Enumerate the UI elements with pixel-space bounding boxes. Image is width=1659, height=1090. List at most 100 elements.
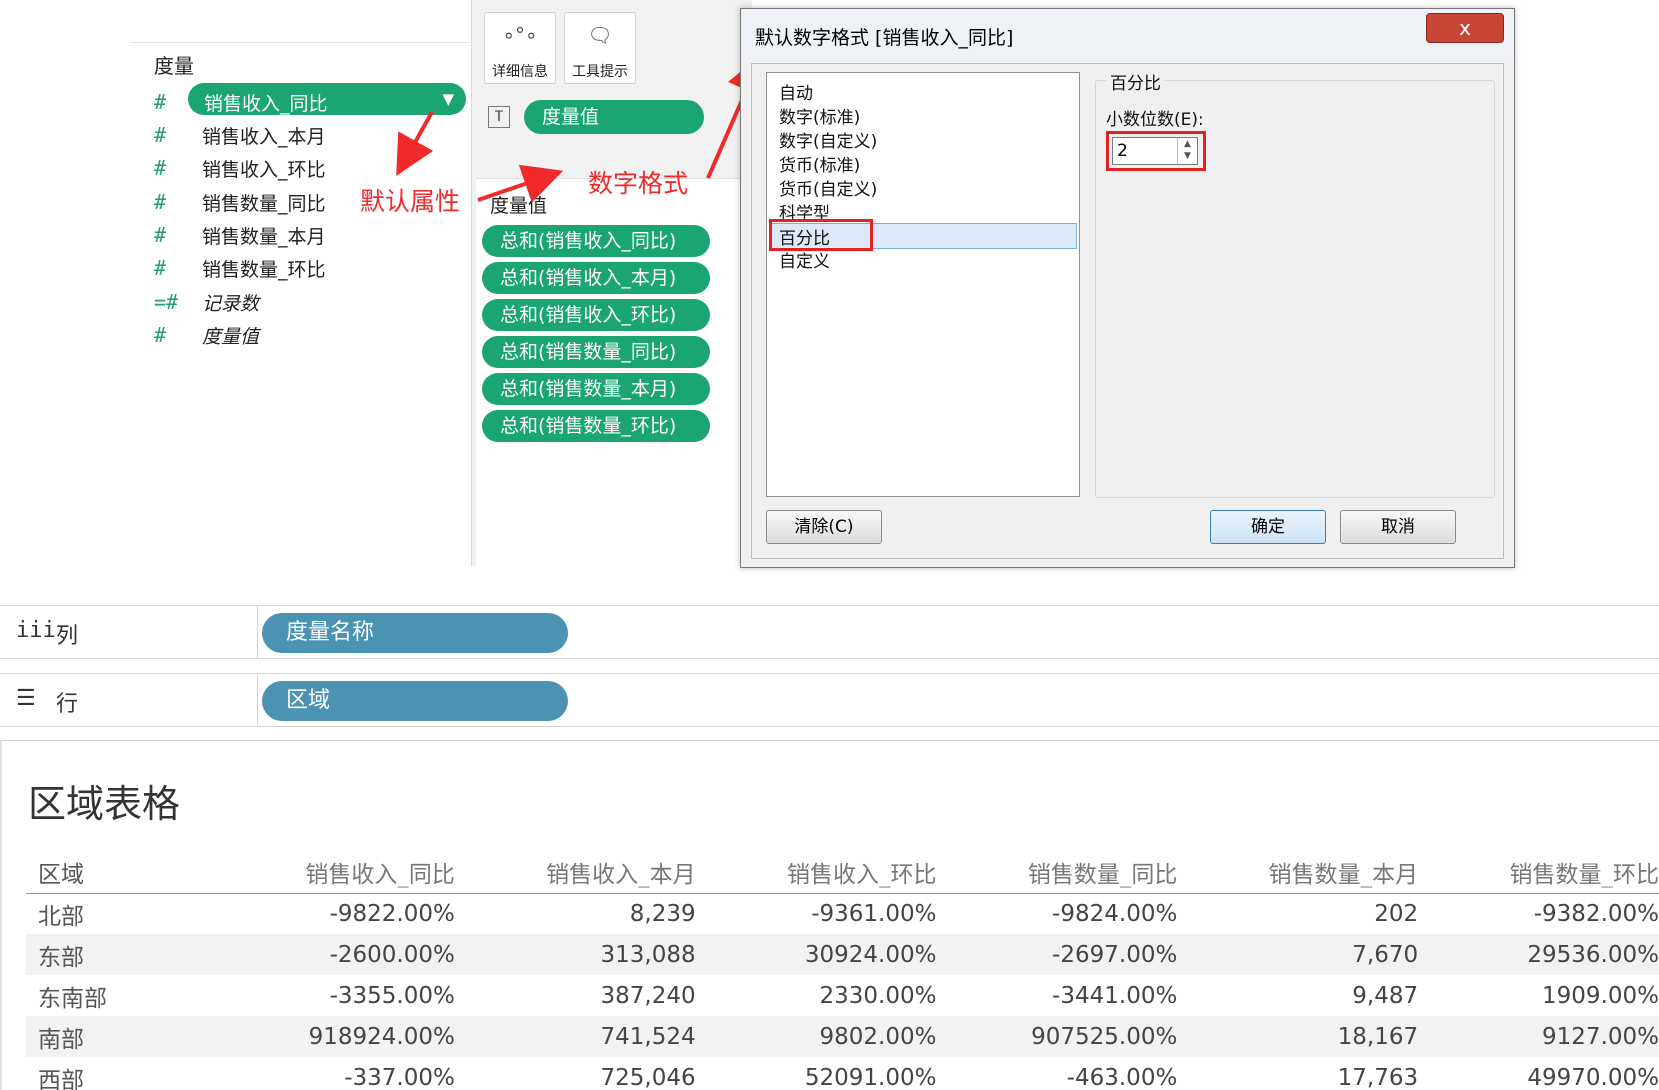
- rows-shelf[interactable]: ☰ 行 区域: [0, 673, 1659, 727]
- value-cell: 2330.00%: [819, 982, 937, 1009]
- table-row[interactable]: 北部 -9822.00% 8,239 -9361.00% -9824.00% 2…: [26, 893, 1659, 934]
- value-cell: 202: [1374, 900, 1419, 927]
- clear-button[interactable]: 清除(C): [766, 510, 882, 544]
- value-cell: -9824.00%: [1052, 900, 1178, 927]
- format-list[interactable]: 自动 数字(标准) 数字(自定义) 货币(标准) 货币(自定义) 科学型 百分比…: [766, 72, 1080, 497]
- table-row[interactable]: 东部 -2600.00% 313,088 30924.00% -2697.00%…: [26, 934, 1659, 975]
- value-cell: -337.00%: [344, 1064, 455, 1090]
- format-option[interactable]: 数字(自定义): [779, 127, 877, 152]
- number-icon: #: [154, 190, 167, 214]
- view-area: 区域表格 区域 销售收入_同比 销售收入_本月 销售收入_环比 销售数量_同比 …: [0, 740, 1659, 1090]
- value-cell: -9382.00%: [1533, 900, 1659, 927]
- measure-value-pill[interactable]: 总和(销售收入_本月): [482, 262, 710, 294]
- ok-button[interactable]: 确定: [1210, 510, 1326, 544]
- percentage-group: 百分比 小数位数(E): 2 ▲ ▼: [1095, 69, 1495, 498]
- value-cell: 918924.00%: [216, 1016, 457, 1057]
- value-cell: 17,763: [1337, 1064, 1419, 1090]
- region-table: 区域 销售收入_同比 销售收入_本月 销售收入_环比 销售数量_同比 销售数量_…: [26, 851, 1659, 1090]
- measure-value-pill[interactable]: 总和(销售数量_环比): [482, 410, 710, 442]
- measure-value-pill[interactable]: 总和(销售收入_环比): [482, 299, 710, 331]
- field-measure-values[interactable]: # 度量值: [154, 319, 464, 349]
- table-row[interactable]: 东南部 -3355.00% 387,240 2330.00% -3441.00%…: [26, 975, 1659, 1016]
- column-header[interactable]: 销售数量_同比: [938, 851, 1180, 894]
- value-cell: 313,088: [456, 934, 698, 975]
- tooltip-label: 工具提示: [572, 64, 628, 80]
- value-cell: 29536.00%: [1420, 934, 1659, 975]
- value-cell: 907525.00%: [938, 1016, 1180, 1057]
- text-icon[interactable]: T: [488, 106, 510, 128]
- column-header[interactable]: 区域: [26, 851, 216, 894]
- format-option[interactable]: 货币(自定义): [779, 175, 877, 200]
- view-title: 区域表格: [28, 782, 181, 826]
- value-cell: 18,167: [1179, 1016, 1421, 1057]
- number-icon: #: [154, 323, 167, 347]
- number-icon: #: [154, 256, 167, 280]
- region-cell: 北部: [38, 903, 84, 930]
- value-cell: 30924.00%: [697, 934, 939, 975]
- column-header[interactable]: 销售数量_本月: [1179, 851, 1421, 894]
- annotation-number-format: 数字格式: [588, 169, 689, 198]
- table-row[interactable]: 西部 -337.00% 725,046 52091.00% -463.00% 1…: [26, 1057, 1659, 1090]
- rows-icon: ☰: [16, 686, 36, 711]
- measure-value-pill[interactable]: 总和(销售数量_同比): [482, 336, 710, 368]
- measure-values-card: 度量值 总和(销售收入_同比) 总和(销售收入_本月) 总和(销售收入_环比) …: [476, 178, 748, 566]
- table-header-row: 区域 销售收入_同比 销售收入_本月 销售收入_环比 销售数量_同比 销售数量_…: [26, 851, 1659, 894]
- value-cell: 8,239: [629, 900, 696, 927]
- number-icon: #: [154, 123, 167, 147]
- field-label: 销售数量_同比: [202, 193, 326, 215]
- highlight-box: [769, 219, 873, 251]
- column-header[interactable]: 销售数量_环比: [1420, 851, 1659, 894]
- calculated-number-icon: =#: [154, 290, 179, 314]
- speech-bubble-icon: 🗨: [587, 23, 613, 47]
- format-option[interactable]: 数字(标准): [779, 103, 860, 128]
- value-cell: -3441.00%: [1052, 982, 1178, 1009]
- measure-values-title: 度量值: [490, 195, 548, 217]
- dropdown-caret-icon[interactable]: ▼: [442, 90, 454, 108]
- value-cell: 9802.00%: [697, 1016, 939, 1057]
- field-sales-revenue-yoy[interactable]: # 销售收入_同比 ▼: [154, 83, 466, 116]
- field-label: 销售收入_环比: [202, 159, 326, 181]
- field-sales-qty-mom[interactable]: # 销售数量_环比: [154, 252, 464, 282]
- value-cell: 725,046: [600, 1064, 696, 1090]
- column-header[interactable]: 销售收入_同比: [216, 851, 457, 894]
- tooltip-mark-button[interactable]: 🗨 工具提示: [564, 12, 636, 84]
- region-pill[interactable]: 区域: [262, 681, 568, 721]
- number-icon: #: [154, 223, 167, 247]
- value-cell: 52091.00%: [804, 1064, 937, 1090]
- value-cell: 387,240: [600, 982, 696, 1009]
- measure-names-pill[interactable]: 度量名称: [262, 613, 568, 653]
- number-icon: #: [154, 90, 167, 114]
- format-option[interactable]: 货币(标准): [779, 151, 860, 176]
- measure-value-pill[interactable]: 总和(销售收入_同比): [482, 225, 710, 257]
- field-record-count[interactable]: =# 记录数: [154, 286, 464, 316]
- field-sales-qty-month[interactable]: # 销售数量_本月: [154, 219, 464, 249]
- columns-shelf-label-area: iii 列: [0, 606, 258, 658]
- text-mark-row: T 度量值: [488, 98, 738, 138]
- dialog-title: 默认数字格式 [销售收入_同比]: [755, 27, 1014, 49]
- region-cell: 东部: [26, 934, 216, 975]
- detail-mark-button[interactable]: ∘°∘ 详细信息: [484, 12, 556, 84]
- column-header[interactable]: 销售收入_环比: [697, 851, 939, 894]
- field-sales-revenue-month[interactable]: # 销售收入_本月: [154, 119, 464, 149]
- annotation-default-properties: 默认属性: [360, 187, 461, 216]
- columns-shelf[interactable]: iii 列 度量名称: [0, 605, 1659, 659]
- marks-card-panel: ∘°∘ 详细信息 🗨 工具提示 T 度量值 度量值 总和(销售收入_同比) 总和…: [472, 0, 752, 566]
- region-cell: 西部: [38, 1067, 84, 1090]
- divider: [130, 42, 472, 43]
- value-cell: -9361.00%: [811, 900, 937, 927]
- field-sales-revenue-mom[interactable]: # 销售收入_环比: [154, 152, 464, 182]
- measure-values-text-pill[interactable]: 度量值: [524, 100, 704, 134]
- measure-value-pill[interactable]: 总和(销售数量_本月): [482, 373, 710, 405]
- column-header[interactable]: 销售收入_本月: [456, 851, 698, 894]
- value-cell: -9822.00%: [329, 900, 455, 927]
- format-option[interactable]: 自动: [779, 79, 813, 104]
- group-label: 百分比: [1106, 69, 1165, 94]
- close-button[interactable]: x: [1426, 13, 1504, 43]
- field-label: 销售数量_环比: [202, 259, 326, 281]
- field-label: 销售收入_同比: [204, 93, 328, 115]
- detail-label: 详细信息: [492, 64, 548, 80]
- table-row[interactable]: 南部 918924.00% 741,524 9802.00% 907525.00…: [26, 1016, 1659, 1057]
- dialog-body: 自动 数字(标准) 数字(自定义) 货币(标准) 货币(自定义) 科学型 百分比…: [751, 63, 1504, 559]
- top-screenshot-area: 度量 # 销售收入_同比 ▼ # 销售收入_本月 # 销售收入_环比 # 销售数…: [0, 0, 1659, 568]
- cancel-button[interactable]: 取消: [1340, 510, 1456, 544]
